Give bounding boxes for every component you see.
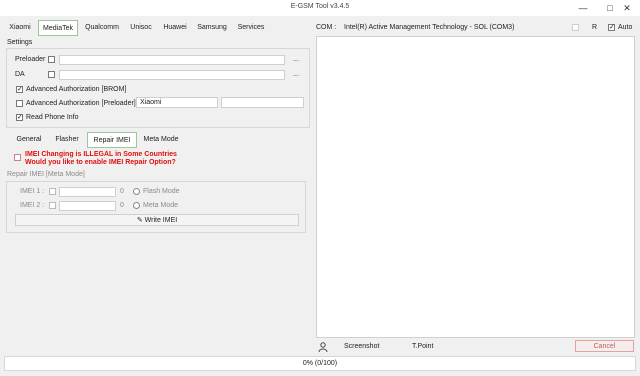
preloader-browse-button[interactable]: ... [288, 56, 304, 63]
screenshot-button[interactable]: Screenshot [344, 343, 379, 350]
auto-checkbox[interactable] [608, 24, 615, 31]
imei2-checkbox[interactable] [49, 202, 56, 209]
flash-mode-label: Flash Mode [143, 188, 180, 195]
adv-auth-brom-label: Advanced Authorization [BROM] [26, 86, 127, 93]
adv-auth-preloader-label: Advanced Authorization [Preloader] [26, 100, 136, 107]
progress-text: 0% (0/100) [302, 360, 338, 367]
extra-field[interactable] [221, 97, 304, 108]
tab-meta-mode[interactable]: Meta Mode [141, 132, 181, 148]
da-label: DA [15, 71, 25, 78]
tab-xiaomi[interactable]: Xiaomi [6, 20, 34, 36]
adv-auth-brom-checkbox[interactable] [16, 86, 23, 93]
tab-mediatek[interactable]: MediaTek [38, 20, 78, 36]
imei2-label: IMEI 2 : [20, 202, 45, 209]
tab-services[interactable]: Services [234, 20, 268, 36]
read-phone-info-label: Read Phone Info [26, 114, 79, 121]
repair-imei-group-label: Repair IMEI [Meta Mode] [7, 171, 85, 178]
user-icon[interactable] [318, 342, 328, 353]
minimize-button[interactable]: — [570, 1, 596, 15]
close-button[interactable]: ✕ [614, 1, 640, 15]
write-icon: ✎ [136, 217, 143, 224]
tab-unisoc[interactable]: Unisoc [126, 20, 156, 36]
tab-qualcomm[interactable]: Qualcomm [82, 20, 122, 36]
read-phone-info-checkbox[interactable] [16, 114, 23, 121]
imei2-count: 0 [120, 202, 124, 209]
r-label: R [592, 24, 598, 31]
tab-flasher[interactable]: Flasher [53, 132, 81, 148]
tpoint-button[interactable]: T.Point [412, 343, 433, 350]
tab-repair-imei[interactable]: Repair IMEI [87, 132, 137, 148]
write-imei-label: Write IMEI [144, 217, 178, 224]
adv-auth-preloader-checkbox[interactable] [16, 100, 23, 107]
cancel-button[interactable]: Cancel [575, 340, 634, 352]
illegal-warning-line1: IMEI Changing is ILLEGAL in Some Countri… [25, 151, 177, 158]
brand-tabs: Xiaomi MediaTek Qualcomm Unisoc Huawei S… [0, 20, 316, 36]
brand-field[interactable]: Xiaomi [136, 97, 218, 108]
da-browse-button[interactable]: ... [288, 71, 304, 78]
preloader-checkbox[interactable] [48, 56, 55, 63]
preloader-path-field[interactable] [59, 55, 285, 65]
imei1-label: IMEI 1 : [20, 188, 45, 195]
window-title: E-GSM Tool v3.4.5 [290, 3, 350, 10]
da-path-field[interactable] [59, 70, 285, 80]
flash-mode-radio[interactable] [133, 188, 140, 195]
r-checkbox[interactable] [572, 24, 579, 31]
enable-imei-repair-checkbox[interactable] [14, 154, 21, 161]
da-checkbox[interactable] [48, 71, 55, 78]
imei1-checkbox[interactable] [49, 188, 56, 195]
imei1-field[interactable] [59, 187, 116, 197]
meta-mode-label: Meta Mode [143, 202, 179, 209]
tab-general[interactable]: General [14, 132, 44, 148]
preloader-label: Preloader [15, 56, 46, 63]
progress-bar: 0% (0/100) [4, 356, 636, 371]
imei1-count: 0 [120, 188, 124, 195]
tab-samsung[interactable]: Samsung [195, 20, 229, 36]
write-imei-button[interactable]: ✎ Write IMEI [15, 214, 299, 226]
imei2-field[interactable] [59, 201, 116, 211]
auto-label: Auto [618, 24, 633, 31]
tab-huawei[interactable]: Huawei [160, 20, 190, 36]
com-port-select[interactable]: Intel(R) Active Management Technology - … [344, 24, 514, 31]
com-label: COM : [316, 24, 337, 31]
settings-label: Settings [7, 39, 33, 46]
illegal-warning-line2: Would you like to enable IMEI Repair Opt… [25, 159, 176, 166]
log-panel [316, 36, 635, 338]
meta-mode-radio[interactable] [133, 202, 140, 209]
